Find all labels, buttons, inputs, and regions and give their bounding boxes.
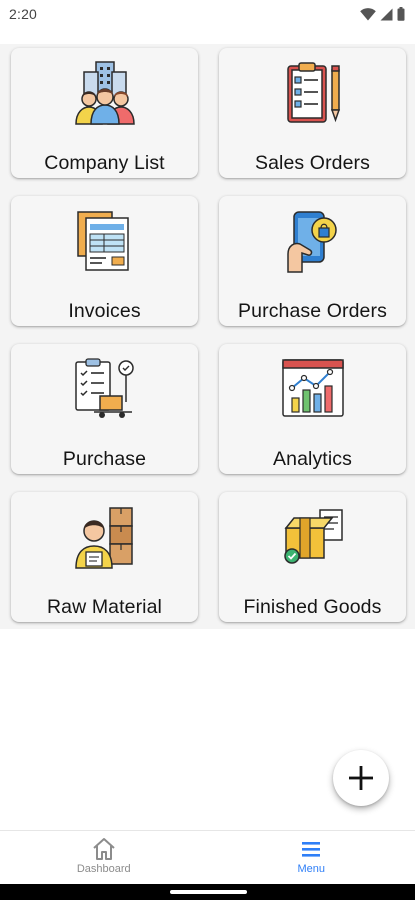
menu-tile-label: Company List (44, 152, 165, 174)
menu-tile-company-list[interactable]: Company List (11, 48, 198, 178)
system-gesture-bar (0, 884, 415, 900)
plus-icon (349, 766, 373, 790)
status-bar: 2:20 (0, 0, 415, 28)
worker-boxes-icon (74, 507, 133, 569)
signal-icon (380, 8, 393, 20)
menu-tile-label: Finished Goods (243, 596, 382, 618)
nav-label-dashboard: Dashboard (76, 863, 131, 875)
analytics-chart-icon (281, 359, 344, 417)
home-gesture-handle[interactable] (170, 890, 247, 894)
menu-tile-finished-goods[interactable]: Finished Goods (219, 492, 406, 622)
menu-tile-sales-orders[interactable]: Sales Orders (219, 48, 406, 178)
menu-tile-label: Analytics (273, 448, 352, 470)
status-icons (360, 7, 405, 21)
mobile-shopping-icon (286, 211, 337, 273)
nav-item-menu[interactable]: Menu (208, 831, 415, 884)
invoice-documents-icon (76, 211, 129, 271)
menu-tile-label: Purchase Orders (238, 300, 387, 322)
package-checked-icon (283, 509, 343, 564)
menu-tile-purchase[interactable]: Purchase (11, 344, 198, 474)
status-time: 2:20 (9, 6, 38, 22)
wifi-icon (360, 7, 376, 20)
menu-tile-purchase-orders[interactable]: Purchase Orders (219, 196, 406, 326)
checklist-delivery-icon (74, 358, 134, 418)
company-team-icon (74, 61, 135, 125)
battery-icon (397, 7, 405, 21)
menu-grid: Company List Sales Orders Invoices Purch… (0, 44, 415, 629)
nav-item-dashboard[interactable]: Dashboard (0, 831, 208, 884)
hamburger-menu-icon (302, 842, 321, 857)
nav-label-menu: Menu (297, 863, 326, 875)
menu-tile-raw-material[interactable]: Raw Material (11, 492, 198, 622)
clipboard-pen-icon (286, 62, 340, 123)
add-button[interactable] (333, 750, 389, 806)
bottom-navigation: Dashboard Menu (0, 830, 415, 884)
menu-tile-analytics[interactable]: Analytics (219, 344, 406, 474)
menu-tile-label: Raw Material (47, 596, 162, 618)
home-icon (93, 838, 115, 860)
menu-tile-invoices[interactable]: Invoices (11, 196, 198, 326)
menu-tile-label: Purchase (62, 448, 147, 470)
menu-tile-label: Invoices (68, 300, 141, 322)
menu-tile-label: Sales Orders (255, 152, 370, 174)
